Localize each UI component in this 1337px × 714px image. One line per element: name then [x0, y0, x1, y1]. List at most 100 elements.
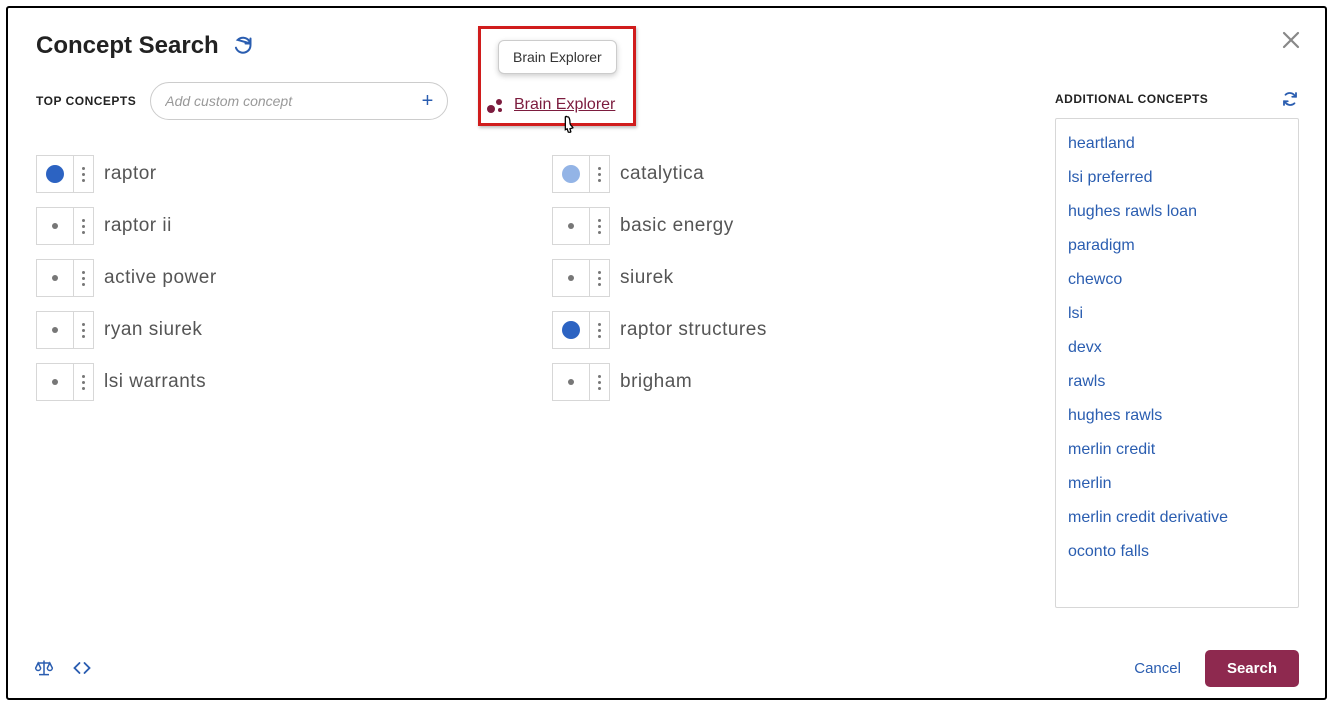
- additional-concepts-label: ADDITIONAL CONCEPTS: [1055, 92, 1208, 106]
- concept-row: siurek: [552, 252, 1068, 304]
- add-concept-box[interactable]: +: [150, 82, 448, 120]
- concept-color-swatch[interactable]: [36, 311, 74, 349]
- kebab-icon: [598, 323, 601, 338]
- kebab-icon: [82, 271, 85, 286]
- close-icon[interactable]: [1279, 28, 1303, 52]
- color-dot-icon: [562, 321, 580, 339]
- additional-concept-item[interactable]: devx: [1068, 331, 1286, 365]
- concept-label: ryan siurek: [104, 319, 202, 341]
- modal-header: Concept Search: [36, 32, 1297, 60]
- cancel-button[interactable]: Cancel: [1134, 660, 1181, 677]
- color-dot-icon: [562, 165, 580, 183]
- brain-explorer-link[interactable]: Brain Explorer: [514, 96, 615, 114]
- additional-concept-item[interactable]: heartland: [1068, 127, 1286, 161]
- kebab-icon: [82, 167, 85, 182]
- kebab-icon: [598, 167, 601, 182]
- concept-color-swatch[interactable]: [552, 259, 590, 297]
- brain-explorer-link-wrap: Brain Explorer: [486, 96, 615, 114]
- scales-icon[interactable]: [34, 658, 54, 678]
- color-dot-icon: [52, 223, 58, 229]
- concept-label: raptor: [104, 163, 157, 185]
- color-dot-icon: [568, 223, 574, 229]
- color-dot-icon: [568, 275, 574, 281]
- concept-search-modal: Concept Search TOP CONCEPTS + Brain Expl…: [6, 6, 1327, 700]
- concept-menu-button[interactable]: [590, 207, 610, 245]
- color-dot-icon: [52, 379, 58, 385]
- concept-menu-button[interactable]: [74, 363, 94, 401]
- concept-row: ryan siurek: [36, 304, 552, 356]
- brain-explorer-tooltip: Brain Explorer: [498, 40, 617, 74]
- additional-concept-item[interactable]: merlin credit: [1068, 433, 1286, 467]
- concept-menu-button[interactable]: [590, 311, 610, 349]
- kebab-icon: [82, 219, 85, 234]
- additional-concept-item[interactable]: rawls: [1068, 365, 1286, 399]
- modal-title: Concept Search: [36, 32, 219, 60]
- color-dot-icon: [568, 379, 574, 385]
- concept-row: catalytica: [552, 148, 1068, 200]
- concept-menu-button[interactable]: [74, 207, 94, 245]
- footer-left-tools: [34, 658, 92, 678]
- additional-concept-item[interactable]: hughes rawls: [1068, 399, 1286, 433]
- concept-label: active power: [104, 267, 217, 289]
- additional-concept-item[interactable]: merlin credit derivative: [1068, 501, 1286, 535]
- concept-color-swatch[interactable]: [552, 155, 590, 193]
- concept-row: raptor: [36, 148, 552, 200]
- concept-label: basic energy: [620, 215, 734, 237]
- additional-concepts-header: ADDITIONAL CONCEPTS: [1055, 90, 1299, 108]
- additional-concept-item[interactable]: merlin: [1068, 467, 1286, 501]
- additional-concept-item[interactable]: oconto falls: [1068, 535, 1286, 569]
- top-concepts-label: TOP CONCEPTS: [36, 94, 136, 108]
- additional-concept-item[interactable]: paradigm: [1068, 229, 1286, 263]
- modal-footer: Cancel Search: [8, 638, 1325, 698]
- color-dot-icon: [52, 327, 58, 333]
- search-button[interactable]: Search: [1205, 650, 1299, 687]
- concept-color-swatch[interactable]: [36, 259, 74, 297]
- concept-row: basic energy: [552, 200, 1068, 252]
- additional-concept-item[interactable]: lsi: [1068, 297, 1286, 331]
- additional-concept-item[interactable]: hughes rawls loan: [1068, 195, 1286, 229]
- concept-label: raptor ii: [104, 215, 172, 237]
- code-icon[interactable]: [72, 658, 92, 678]
- concept-color-swatch[interactable]: [36, 363, 74, 401]
- concept-color-swatch[interactable]: [36, 155, 74, 193]
- concept-row: lsi warrants: [36, 356, 552, 408]
- concept-menu-button[interactable]: [74, 311, 94, 349]
- concept-menu-button[interactable]: [590, 259, 610, 297]
- concept-column-1: raptor raptor ii active power ryan siurek ls…: [36, 148, 552, 408]
- footer-action-buttons: Cancel Search: [1134, 650, 1299, 687]
- concept-color-swatch[interactable]: [552, 363, 590, 401]
- cluster-icon: [486, 96, 504, 114]
- kebab-icon: [598, 219, 601, 234]
- add-concept-input[interactable]: [165, 93, 421, 109]
- concept-color-swatch[interactable]: [552, 207, 590, 245]
- concept-label: siurek: [620, 267, 674, 289]
- plus-icon[interactable]: +: [422, 90, 434, 113]
- concept-menu-button[interactable]: [590, 155, 610, 193]
- kebab-icon: [598, 271, 601, 286]
- concept-row: raptor ii: [36, 200, 552, 252]
- additional-concept-item[interactable]: lsi preferred: [1068, 161, 1286, 195]
- kebab-icon: [82, 323, 85, 338]
- concept-label: raptor structures: [620, 319, 767, 341]
- concept-label: catalytica: [620, 163, 704, 185]
- additional-concepts-list[interactable]: heartlandlsi preferredhughes rawls loanp…: [1055, 118, 1299, 608]
- concept-color-swatch[interactable]: [36, 207, 74, 245]
- color-dot-icon: [52, 275, 58, 281]
- concept-row: raptor structures: [552, 304, 1068, 356]
- concept-row: active power: [36, 252, 552, 304]
- kebab-icon: [82, 375, 85, 390]
- kebab-icon: [598, 375, 601, 390]
- concept-row: brigham: [552, 356, 1068, 408]
- additional-concepts-panel: ADDITIONAL CONCEPTS heartlandlsi preferr…: [1055, 90, 1299, 608]
- concept-menu-button[interactable]: [74, 155, 94, 193]
- concept-label: lsi warrants: [104, 371, 206, 393]
- concept-column-2: catalytica basic energy siurek raptor struc…: [552, 148, 1068, 408]
- concept-color-swatch[interactable]: [552, 311, 590, 349]
- refresh-icon[interactable]: [233, 36, 253, 56]
- color-dot-icon: [46, 165, 64, 183]
- additional-concept-item[interactable]: chewco: [1068, 263, 1286, 297]
- concept-menu-button[interactable]: [590, 363, 610, 401]
- concept-menu-button[interactable]: [74, 259, 94, 297]
- sync-icon[interactable]: [1281, 90, 1299, 108]
- concept-label: brigham: [620, 371, 692, 393]
